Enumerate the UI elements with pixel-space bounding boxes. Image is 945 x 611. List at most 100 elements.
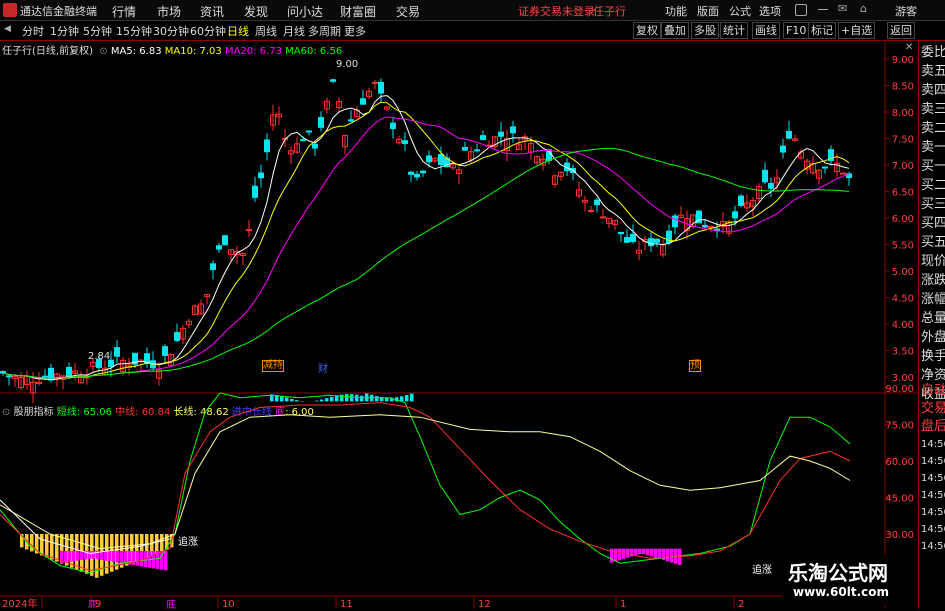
side-item[interactable]: 盘后 [921, 419, 945, 435]
indicator-magenta-left-bar [164, 551, 168, 570]
login-status[interactable]: 证券交易未登录 [518, 3, 595, 19]
btn-tongji[interactable]: 统计 [720, 22, 748, 39]
candle-body [175, 333, 180, 341]
side-item[interactable]: 委比 [921, 45, 945, 61]
menu-caifuquan[interactable]: 财富圈 [340, 3, 376, 20]
candle-body [787, 131, 792, 138]
candle-body [379, 82, 384, 93]
lock-icon[interactable]: ⌂ [860, 2, 867, 15]
side-quote-panel: 委比卖五卖四卖三卖二卖一买一买二买三买四买五现价涨跌涨幅总量外盘换手净资收益自动… [918, 41, 945, 609]
indicator-cyan-bar [320, 400, 324, 402]
btn-huaxian[interactable]: 画线 [752, 22, 780, 39]
candle-body [781, 146, 786, 152]
btn-zixuan[interactable]: +自选 [838, 22, 875, 39]
marker-jianchi[interactable]: 减持 [262, 360, 284, 372]
menu-xuanxiang[interactable]: 选项 [759, 3, 781, 19]
help-icon[interactable]: ✉ [838, 2, 847, 15]
btn-fuquan[interactable]: 复权 [633, 22, 661, 39]
candle-body [163, 347, 168, 356]
side-item[interactable]: 卖二 [921, 121, 945, 137]
period-fenshi[interactable]: 分时 [22, 23, 44, 39]
menu-zixun[interactable]: 资讯 [200, 3, 224, 20]
side-item[interactable]: 买一 [921, 159, 945, 175]
candle-body [655, 239, 660, 242]
side-item[interactable]: 交易 [921, 401, 945, 417]
indicator-magenta-left-bar [72, 551, 76, 561]
period-60min[interactable]: 60分钟 [190, 23, 226, 39]
indicator-magenta-left-bar [108, 551, 112, 561]
stock-name-title: 任子行 [593, 3, 626, 19]
toolbar-arrow-icon[interactable]: ◀ [4, 24, 11, 34]
side-time: 14:56 [921, 541, 945, 552]
menu-gongneng[interactable]: 功能 [665, 3, 687, 19]
period-weekly[interactable]: 周线 [255, 23, 277, 39]
period-monthly[interactable]: 月线 [283, 23, 305, 39]
price-tick-label: 4.50 [892, 294, 914, 305]
candle-body [307, 131, 312, 132]
side-item[interactable]: 总量 [921, 311, 945, 327]
btn-f10[interactable]: F10 [783, 22, 809, 39]
btn-diejia[interactable]: 叠加 [661, 22, 689, 39]
indicator-cyan-bar [330, 397, 334, 402]
side-item[interactable]: 买四 [921, 216, 945, 232]
side-item[interactable]: 买五 [921, 235, 945, 251]
watermark-url: www.60lt.com [793, 585, 889, 599]
side-item[interactable]: 现价 [921, 254, 945, 270]
indicator-magenta-left-bar [92, 551, 96, 559]
period-5min[interactable]: 5分钟 [83, 23, 112, 39]
menu-banmian[interactable]: 版面 [697, 3, 719, 19]
side-item[interactable]: 外盘 [921, 330, 945, 346]
side-item[interactable]: 买二 [921, 178, 945, 194]
indicator-tick-label: 90.00 [885, 384, 914, 395]
guest-label[interactable]: 游客 [895, 3, 917, 19]
indicator-magenta-bar [618, 549, 622, 561]
x-tick-label: 2024年 [2, 597, 37, 609]
indicator-magenta-left-bar [76, 551, 80, 561]
side-item[interactable]: 卖四 [921, 83, 945, 99]
period-30min[interactable]: 30分钟 [153, 23, 189, 39]
price-tick-label: 6.50 [892, 188, 914, 199]
side-item[interactable]: 自动 [921, 383, 945, 399]
period-15min[interactable]: 15分钟 [116, 23, 152, 39]
skin-icon[interactable] [795, 4, 807, 16]
indicator-tick-label: 75.00 [885, 421, 914, 432]
period-more[interactable]: 更多 [344, 23, 366, 39]
indicator-magenta-bar [650, 549, 654, 557]
candle-body [1, 372, 6, 373]
marker-cai[interactable]: 财 [318, 360, 328, 375]
minimize-icon[interactable] [818, 9, 828, 10]
menu-jiaoyi[interactable]: 交易 [396, 3, 420, 20]
side-item[interactable]: 卖五 [921, 64, 945, 80]
menu-hangqing[interactable]: 行情 [112, 3, 136, 20]
indicator-magenta-bar [626, 549, 630, 558]
btn-fanhui[interactable]: 返回 [887, 22, 915, 39]
menu-gongshi[interactable]: 公式 [729, 3, 751, 19]
side-time: 14:56 [921, 490, 945, 501]
period-1min[interactable]: 1分钟 [50, 23, 79, 39]
chase-label-1: 追涨 [178, 533, 198, 548]
period-multi[interactable]: 多周期 [308, 23, 341, 39]
side-item[interactable]: 买三 [921, 197, 945, 213]
menu-shichang[interactable]: 市场 [157, 3, 181, 20]
side-item[interactable]: 卖一 [921, 140, 945, 156]
side-item[interactable]: 涨幅 [921, 292, 945, 308]
indicator-cyan-bar [350, 394, 354, 401]
app-logo-icon [3, 3, 17, 17]
side-item[interactable]: 换手 [921, 349, 945, 365]
menu-faxian[interactable]: 发现 [244, 3, 268, 20]
side-item[interactable]: 净资 [921, 368, 945, 384]
btn-duogu[interactable]: 多股 [691, 22, 719, 39]
indicator-magenta-left-bar [64, 551, 68, 563]
candle-body [631, 234, 636, 241]
candle-body [703, 225, 708, 227]
candle-body [319, 118, 324, 128]
side-item[interactable]: 涨跌 [921, 273, 945, 289]
marker-yu[interactable]: 预 [689, 360, 701, 372]
period-daily[interactable]: 日线 [227, 23, 249, 39]
btn-biaoji[interactable]: 标记 [808, 22, 836, 39]
menu-wenxiaoda[interactable]: 问小达 [287, 3, 323, 20]
candle-body [589, 210, 594, 211]
candle-body [361, 99, 366, 104]
side-item[interactable]: 卖三 [921, 102, 945, 118]
chart-area[interactable]: 9.008.508.007.507.006.506.005.505.004.50… [0, 41, 918, 609]
